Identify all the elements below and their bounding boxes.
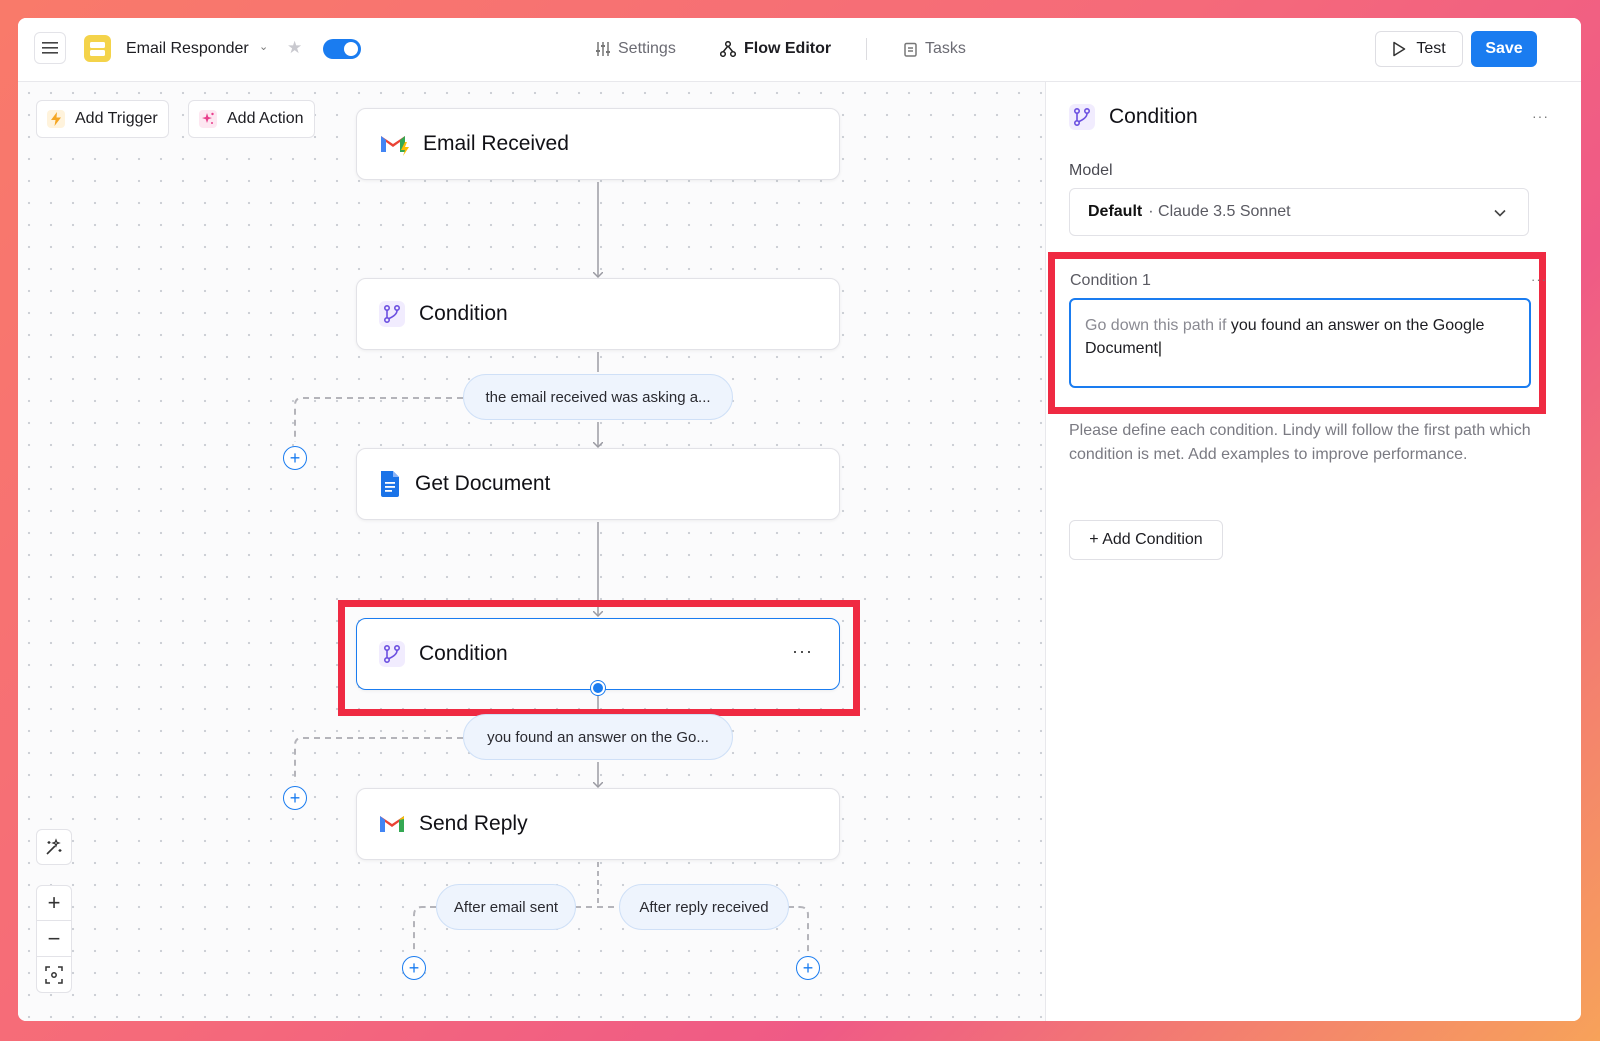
- add-branch-icon[interactable]: +: [283, 446, 307, 470]
- nav-flow-editor-label: Flow Editor: [744, 40, 832, 57]
- branch-icon: [1069, 104, 1095, 130]
- node-title: Send Reply: [419, 812, 528, 835]
- model-label: Model: [1069, 162, 1113, 179]
- app-name[interactable]: Email Responder: [126, 40, 249, 58]
- model-name-text: · Claude 3.5 Sonnet: [1148, 203, 1291, 220]
- node-title: Condition: [419, 642, 508, 665]
- condition-textarea[interactable]: Go down this path if you found an answer…: [1069, 298, 1531, 388]
- test-label: Test: [1416, 40, 1446, 57]
- add-action-label: Add Action: [227, 110, 304, 127]
- branch-icon: [379, 641, 405, 667]
- node-condition-1[interactable]: Condition: [356, 278, 840, 350]
- add-branch-icon[interactable]: +: [283, 786, 307, 810]
- nav-tasks-label: Tasks: [925, 40, 966, 57]
- menu-button[interactable]: [34, 32, 66, 64]
- branch-icon: [379, 301, 405, 327]
- add-trigger-button[interactable]: Add Trigger: [36, 100, 169, 138]
- gmail-icon: [381, 136, 409, 156]
- zoom-out-icon[interactable]: −: [36, 921, 72, 957]
- app-window: Email Responder ⌄ ★ Settings Flow Editor…: [18, 18, 1581, 1021]
- edge-label-condition-2[interactable]: you found an answer on the Go...: [463, 714, 733, 760]
- condition-prefix: Go down this path if: [1085, 317, 1227, 334]
- condition-more-icon[interactable]: ···: [1531, 272, 1547, 287]
- magic-wand-icon: [46, 838, 62, 855]
- zoom-in-icon[interactable]: +: [36, 885, 72, 921]
- node-title: Condition: [419, 302, 508, 325]
- app-icon: [84, 35, 111, 62]
- node-get-document[interactable]: Get Document: [356, 448, 840, 520]
- connection-handle[interactable]: [591, 681, 605, 695]
- chevron-down-icon[interactable]: ⌄: [259, 40, 268, 53]
- zoom-controls: + −: [36, 885, 72, 993]
- add-action-button[interactable]: Add Action: [188, 100, 315, 138]
- help-text: Please define each condition. Lindy will…: [1069, 422, 1531, 463]
- lightning-icon: [47, 110, 65, 128]
- top-bar: Email Responder ⌄ ★ Settings Flow Editor…: [18, 18, 1581, 82]
- add-step-icon[interactable]: +: [796, 956, 820, 980]
- more-options-icon[interactable]: ···: [792, 641, 813, 662]
- panel-more-icon[interactable]: ···: [1532, 108, 1549, 124]
- nav-settings-label: Settings: [618, 40, 676, 57]
- node-title: Email Received: [423, 132, 569, 155]
- test-button[interactable]: Test: [1375, 31, 1463, 67]
- add-step-icon[interactable]: +: [402, 956, 426, 980]
- fit-view-icon[interactable]: [36, 957, 72, 993]
- flow-canvas[interactable]: Add Trigger Add Action Email Received Co…: [18, 82, 1046, 1021]
- add-trigger-label: Add Trigger: [75, 110, 158, 127]
- play-icon: [1393, 41, 1406, 57]
- chevron-down-icon: [1494, 209, 1506, 217]
- hamburger-icon: [42, 42, 58, 54]
- node-title: Get Document: [415, 472, 551, 495]
- nav-settings[interactable]: Settings: [596, 40, 676, 58]
- edge-label-after-reply-received[interactable]: After reply received: [619, 884, 789, 930]
- flow-connectors: [294, 182, 809, 952]
- edge-label-after-email-sent[interactable]: After email sent: [436, 884, 576, 930]
- node-email-received[interactable]: Email Received: [356, 108, 840, 180]
- node-condition-2[interactable]: Condition ···: [356, 618, 840, 690]
- google-doc-icon: [381, 471, 399, 497]
- nav-flow-editor[interactable]: Flow Editor: [720, 40, 831, 58]
- condition-label: Condition 1: [1070, 272, 1151, 289]
- edge-label-condition-1[interactable]: the email received was asking a...: [463, 374, 733, 420]
- model-select[interactable]: Default · Claude 3.5 Sonnet: [1069, 188, 1529, 236]
- gmail-icon: [380, 816, 404, 832]
- clipboard-icon: [904, 42, 917, 57]
- save-button[interactable]: Save: [1471, 31, 1537, 67]
- flow-icon: [720, 41, 736, 57]
- add-condition-button[interactable]: + Add Condition: [1069, 520, 1223, 560]
- properties-panel: Condition ··· Model Default · Claude 3.5…: [1047, 82, 1581, 1021]
- panel-title: Condition: [1109, 105, 1198, 128]
- enable-toggle[interactable]: [323, 39, 361, 59]
- star-icon[interactable]: ★: [287, 38, 302, 58]
- nav-divider: [866, 38, 867, 60]
- auto-layout-button[interactable]: [36, 829, 72, 865]
- panel-header: Condition: [1069, 104, 1198, 130]
- sparkle-icon: [199, 110, 217, 128]
- model-default-text: Default: [1088, 203, 1143, 220]
- sliders-icon: [596, 42, 610, 56]
- nav-tasks[interactable]: Tasks: [904, 40, 966, 58]
- node-send-reply[interactable]: Send Reply: [356, 788, 840, 860]
